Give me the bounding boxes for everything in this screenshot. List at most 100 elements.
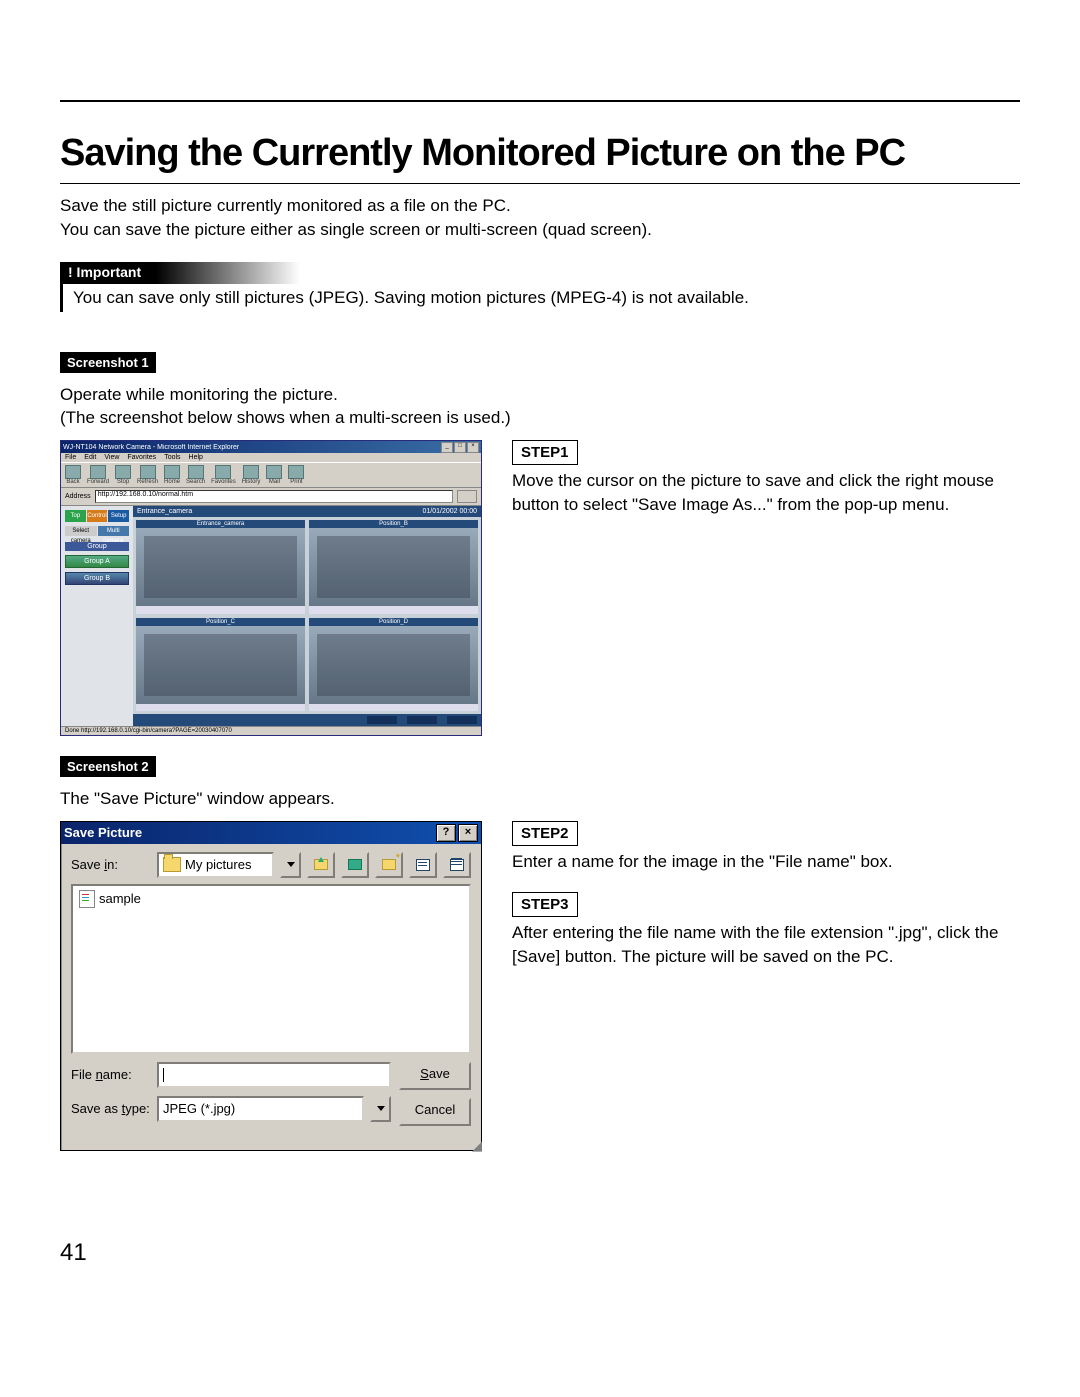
camera-image	[136, 528, 305, 606]
view-desktop-button[interactable]	[341, 852, 369, 878]
save-as-type-label: Save as type:	[71, 1101, 151, 1116]
step1-tag: STEP1	[512, 440, 578, 465]
save-as-type-dropdown-button[interactable]	[370, 1096, 391, 1122]
toolbar-stop[interactable]: Stop	[115, 465, 131, 485]
browser-content: Top Control Setup Select camera Multi ca…	[61, 506, 481, 726]
intro-text: Save the still picture currently monitor…	[60, 194, 1020, 242]
camera-footer	[133, 714, 481, 726]
menu-item[interactable]: Help	[189, 454, 203, 461]
camera-tile[interactable]: Entrance_camera	[136, 520, 305, 614]
menu-item[interactable]: File	[65, 454, 76, 461]
toolbar-mail[interactable]: Mail	[266, 465, 282, 485]
side-tab-top[interactable]: Top	[65, 510, 86, 522]
footer-slot[interactable]	[407, 716, 437, 724]
menu-item[interactable]: Favorites	[127, 454, 156, 461]
screenshot-2-tag: Screenshot 2	[60, 756, 156, 777]
browser-menubar: File Edit View Favorites Tools Help	[61, 453, 481, 462]
main-title: Entrance_camera	[137, 508, 192, 515]
title-underline	[60, 183, 1020, 184]
menu-item[interactable]: Edit	[84, 454, 96, 461]
subtab-multi-camera[interactable]: Multi camera	[98, 526, 130, 536]
important-callout: ! Important You can save only still pict…	[60, 262, 1020, 312]
camera-tile[interactable]: Position_C	[136, 618, 305, 712]
subtab-select-camera[interactable]: Select camera	[65, 526, 97, 536]
camera-image	[309, 528, 478, 606]
camera-label: Position_B	[309, 520, 478, 528]
up-one-level-button[interactable]	[307, 852, 335, 878]
intro-line-1: Save the still picture currently monitor…	[60, 196, 511, 215]
help-button[interactable]: ?	[436, 824, 456, 842]
toolbar-forward[interactable]: Forward	[87, 465, 109, 485]
save-in-value: My pictures	[185, 857, 251, 872]
browser-window: WJ-NT104 Network Camera - Microsoft Inte…	[60, 440, 482, 736]
toolbar-search[interactable]: Search	[186, 465, 205, 485]
close-button[interactable]: ×	[458, 824, 478, 842]
menu-item[interactable]: Tools	[164, 454, 180, 461]
toolbar-print[interactable]: Print	[288, 465, 304, 485]
dialog-titlebar: Save Picture ? ×	[61, 822, 481, 844]
browser-title: WJ-NT104 Network Camera - Microsoft Inte…	[63, 444, 239, 451]
camera-label: Entrance_camera	[136, 520, 305, 528]
toolbar-favorites[interactable]: Favorites	[211, 465, 236, 485]
resize-grip-icon[interactable]: ◢	[61, 1142, 481, 1150]
camera-sidebar: Top Control Setup Select camera Multi ca…	[61, 506, 133, 726]
new-folder-button[interactable]	[375, 852, 403, 878]
address-label: Address	[65, 493, 91, 500]
camera-tile[interactable]: Position_D	[309, 618, 478, 712]
details-view-button[interactable]	[443, 852, 471, 878]
toolbar-history[interactable]: History	[242, 465, 261, 485]
step2-text: Enter a name for the image in the "File …	[512, 850, 1020, 874]
save-in-dropdown-button[interactable]	[280, 852, 301, 878]
camera-label: Position_D	[309, 618, 478, 626]
camera-quad: Entrance_camera Position_B Position_C	[133, 517, 481, 714]
maximize-button[interactable]: □	[454, 442, 466, 453]
cancel-button[interactable]: Cancel	[399, 1098, 471, 1126]
minimize-button[interactable]: _	[441, 442, 453, 453]
save-in-label: Save in:	[71, 857, 151, 872]
menu-item[interactable]: View	[104, 454, 119, 461]
step3-tag: STEP3	[512, 892, 578, 917]
group-b-button[interactable]: Group B	[65, 572, 129, 585]
page-top-rule	[60, 100, 1020, 102]
step1-text: Move the cursor on the picture to save a…	[512, 469, 1020, 517]
file-item[interactable]: sample	[79, 890, 463, 908]
page-title: Saving the Currently Monitored Picture o…	[60, 132, 1020, 175]
file-name-label: File name:	[71, 1067, 151, 1082]
toolbar-home[interactable]: Home	[164, 465, 180, 485]
screenshot-1-section: Screenshot 1 Operate while monitoring th…	[60, 352, 1020, 737]
text-caret	[163, 1068, 164, 1082]
go-button[interactable]	[457, 490, 477, 503]
side-tab-control[interactable]: Control	[87, 510, 108, 522]
file-item-name: sample	[99, 891, 141, 906]
side-tab-setup[interactable]: Setup	[108, 510, 129, 522]
browser-address-bar: Address http://192.168.0.10/normal.htm	[61, 488, 481, 506]
document-icon	[79, 890, 95, 908]
save-picture-dialog: Save Picture ? × Save in: My pictures	[60, 821, 482, 1151]
screenshot-2-desc: The "Save Picture" window appears.	[60, 787, 1020, 811]
screenshot-1-tag: Screenshot 1	[60, 352, 156, 373]
screenshot-1-desc-l1: Operate while monitoring the picture.	[60, 385, 338, 404]
list-view-button[interactable]	[409, 852, 437, 878]
screenshot-2-section: Screenshot 2 The "Save Picture" window a…	[60, 756, 1020, 1151]
screenshot-1-desc-l2: (The screenshot below shows when a multi…	[60, 408, 511, 427]
browser-toolbar: Back Forward Stop Refresh Home Search Fa…	[61, 462, 481, 488]
save-button[interactable]: Save	[399, 1062, 471, 1090]
toolbar-back[interactable]: Back	[65, 465, 81, 485]
step2-tag: STEP2	[512, 821, 578, 846]
important-header: ! Important	[60, 262, 300, 284]
close-button[interactable]: ×	[467, 442, 479, 453]
camera-main: Entrance_camera 01/01/2002 00:00 Entranc…	[133, 506, 481, 726]
address-input[interactable]: http://192.168.0.10/normal.htm	[95, 490, 453, 503]
camera-tile[interactable]: Position_B	[309, 520, 478, 614]
camera-image	[309, 626, 478, 704]
save-as-type-combo[interactable]: JPEG (*.jpg)	[157, 1096, 364, 1122]
save-in-combo[interactable]: My pictures	[157, 852, 274, 878]
important-body: You can save only still pictures (JPEG).…	[60, 284, 1020, 312]
folder-icon	[163, 857, 181, 872]
toolbar-refresh[interactable]: Refresh	[137, 465, 158, 485]
group-a-button[interactable]: Group A	[65, 555, 129, 568]
file-list[interactable]: sample	[71, 884, 471, 1054]
file-name-input[interactable]	[157, 1062, 391, 1088]
footer-slot[interactable]	[447, 716, 477, 724]
footer-slot[interactable]	[367, 716, 397, 724]
